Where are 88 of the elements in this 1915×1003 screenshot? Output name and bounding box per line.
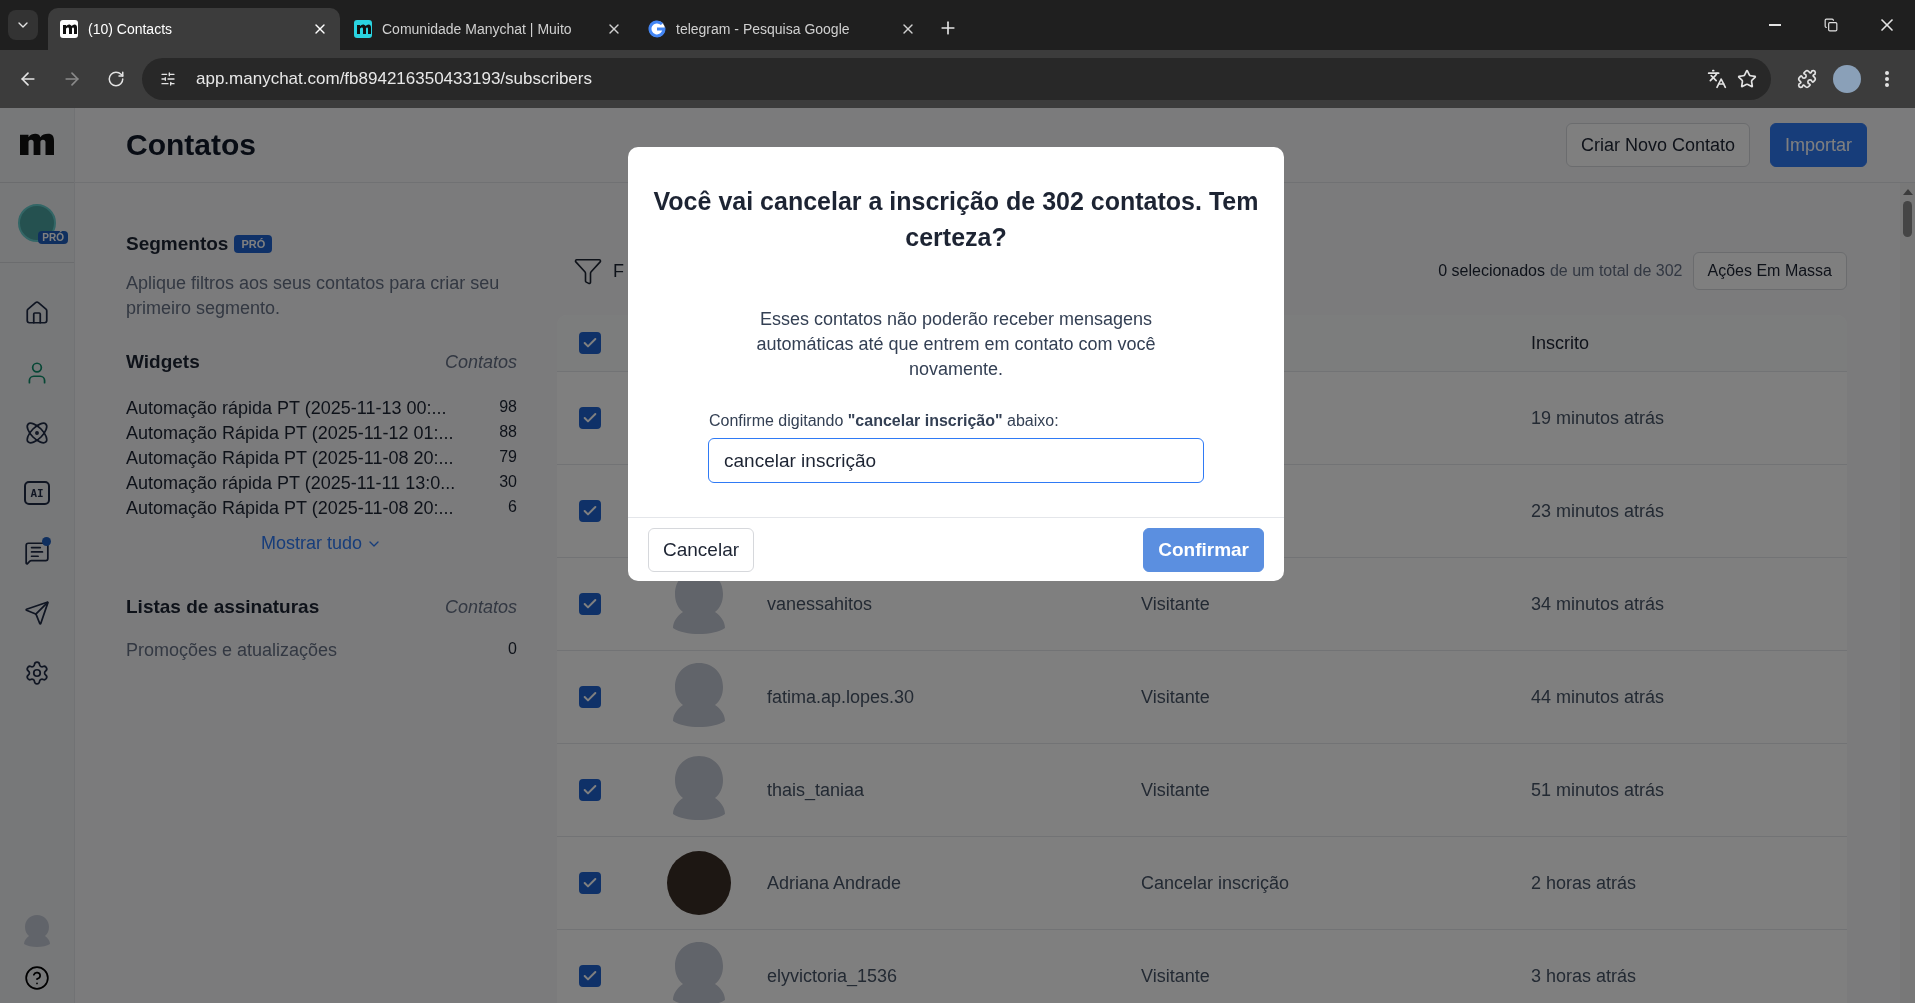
segments-description: Aplique filtros aos seus contatos para criar seu primeiro segmento.: [126, 272, 501, 320]
row-checkbox[interactable]: [579, 686, 601, 708]
widget-count: 30: [499, 473, 517, 491]
contact-status: Cancelar inscrição: [1141, 872, 1290, 893]
widget-count: 79: [499, 448, 517, 466]
contact-name[interactable]: Adriana Andrade: [767, 872, 902, 893]
contact-name[interactable]: fatima.ap.lopes.30: [767, 686, 915, 707]
contact-name[interactable]: vanessahitos: [767, 593, 873, 614]
column-label: Contatos: [444, 596, 517, 618]
cancel-button[interactable]: Cancelar: [648, 527, 755, 572]
row-checkbox[interactable]: [579, 872, 601, 894]
import-button[interactable]: Importar: [1769, 123, 1867, 167]
bulk-actions-button[interactable]: Ações Em Massa: [1692, 252, 1847, 290]
subscribed-time: 34 minutos atrás: [1531, 593, 1666, 615]
address-bar[interactable]: app.manychat.com/fb894216350433193/subscribers: [142, 58, 1771, 100]
list-name[interactable]: Promoções e atualizações: [126, 640, 338, 661]
widget-count: 98: [499, 398, 517, 416]
browser-tab[interactable]: (10) Contacts: [48, 8, 340, 50]
dialog-message: Esses contatos não poderão receber mensagens automáticas até que entrem em contato com você novamente.: [755, 308, 1157, 381]
favicon-icon: [648, 20, 666, 38]
widget-count: 6: [508, 498, 517, 516]
widget-name[interactable]: Automação Rápida PT (2025-11-12 01:...: [126, 423, 454, 444]
section-title: Widgets: [126, 351, 201, 373]
select-all-checkbox[interactable]: [579, 332, 601, 354]
widget-name[interactable]: Automação Rápida PT (2025-11-08 20:...: [126, 448, 454, 469]
widget-name[interactable]: Automação rápida PT (2025-11-11 13:0...: [126, 473, 456, 494]
row-checkbox[interactable]: [579, 779, 601, 801]
show-all-link[interactable]: Mostrar tudo: [260, 533, 382, 554]
pro-badge: PRÓ: [38, 230, 68, 244]
confirm-prompt: Confirme digitando "cancelar inscrição" abaixo:: [709, 412, 1060, 430]
ai-icon: AI: [24, 481, 50, 505]
filter-button[interactable]: F: [557, 256, 624, 286]
contact-name[interactable]: thais_taniaa: [767, 779, 865, 800]
section-title: Listas de assinaturas: [126, 596, 321, 618]
subscribed-time: 2 horas atrás: [1531, 872, 1638, 894]
column-header: Inscrito: [1531, 332, 1591, 354]
row-checkbox[interactable]: [579, 500, 601, 522]
favicon-icon: [60, 20, 78, 38]
favicon-icon: [354, 20, 372, 38]
row-checkbox[interactable]: [579, 407, 601, 429]
nav-button[interactable]: AI: [15, 471, 59, 515]
create-contact-button[interactable]: Criar Novo Contato: [1565, 123, 1750, 167]
scrollbar[interactable]: [1900, 183, 1915, 1003]
translate-icon[interactable]: [1707, 69, 1727, 89]
url-text: app.manychat.com/fb894216350433193/subscribers: [196, 69, 593, 89]
contact-name[interactable]: elyvictoria_1536: [767, 965, 898, 986]
confirm-input-field[interactable]: cancelar inscrição: [708, 438, 1204, 483]
list-count: 0: [508, 640, 517, 658]
profile-avatar[interactable]: [1833, 65, 1861, 93]
sliders-icon: [160, 71, 176, 87]
subscribed-time: 23 minutos atrás: [1531, 500, 1666, 522]
contact-status: Visitante: [1141, 686, 1210, 707]
browser-tab[interactable]: Comunidade Manychat | Muito: [342, 8, 634, 50]
atom-icon: [24, 420, 50, 446]
contact-status: Visitante: [1141, 779, 1210, 800]
filter-icon: [573, 256, 603, 286]
restore-icon: [1824, 18, 1838, 32]
menu-icon: [1885, 71, 1889, 87]
tab-list-button[interactable]: [8, 10, 38, 40]
chat-icon: [24, 540, 50, 566]
widget-name[interactable]: Automação Rápida PT (2025-11-08 20:...: [126, 498, 454, 519]
subscribed-time: 44 minutos atrás: [1531, 686, 1666, 708]
minimize-icon: [1769, 24, 1781, 26]
help-icon[interactable]: [24, 965, 50, 991]
dialog-title: Você vai cancelar a inscrição de 302 contatos. Tem certeza?: [652, 186, 1260, 253]
column-label: Contatos: [444, 351, 517, 373]
contact-status: Visitante: [1141, 593, 1210, 614]
subscribed-time: 51 minutos atrás: [1531, 779, 1666, 801]
widget-count: 88: [499, 423, 517, 441]
row-checkbox[interactable]: [579, 965, 601, 987]
widget-name[interactable]: Automação rápida PT (2025-11-13 00:...: [126, 398, 447, 419]
page-title: Contatos: [126, 128, 257, 162]
pro-badge: PRÓ: [234, 235, 273, 253]
puzzle-icon: [1797, 69, 1817, 89]
browser-tab[interactable]: telegram - Pesquisa Google: [636, 8, 928, 50]
selected-count: 0 selecionados: [1438, 262, 1545, 280]
settings-icon: [24, 660, 50, 686]
send-icon: [24, 600, 50, 626]
bookmark-star-icon[interactable]: [1737, 69, 1757, 89]
row-checkbox[interactable]: [579, 593, 601, 615]
logo-icon: [20, 133, 54, 157]
subscribed-time: 3 horas atrás: [1531, 965, 1638, 987]
section-title: Segmentos: [126, 233, 229, 255]
home-icon: [24, 300, 50, 326]
subscribed-time: 19 minutos atrás: [1531, 407, 1666, 429]
total-count: de um total de 302: [1549, 262, 1683, 280]
contact-status: Visitante: [1141, 965, 1210, 986]
reload-icon: [107, 70, 125, 88]
